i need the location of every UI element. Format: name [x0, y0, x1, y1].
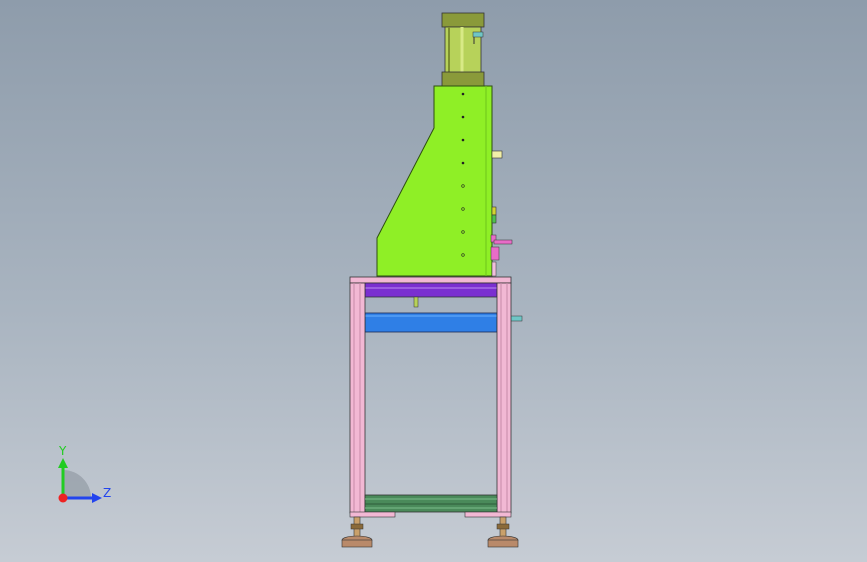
- table-top: [349, 276, 512, 308]
- cad-viewport[interactable]: Y Z: [0, 0, 867, 562]
- z-axis-label: Z: [103, 486, 111, 500]
- z-axis-arrow-icon: [92, 493, 102, 503]
- bottom-shelf: [349, 494, 512, 518]
- leveling-feet: [341, 516, 519, 548]
- y-axis-label: Y: [58, 444, 67, 458]
- press-body: [376, 85, 503, 277]
- x-axis-origin-icon: [58, 493, 68, 503]
- y-axis-arrow-icon: [58, 458, 68, 468]
- air-cylinder: [441, 12, 485, 87]
- orientation-triad: Y Z: [58, 444, 111, 503]
- side-lever[interactable]: [490, 234, 513, 277]
- press-model[interactable]: [341, 12, 523, 548]
